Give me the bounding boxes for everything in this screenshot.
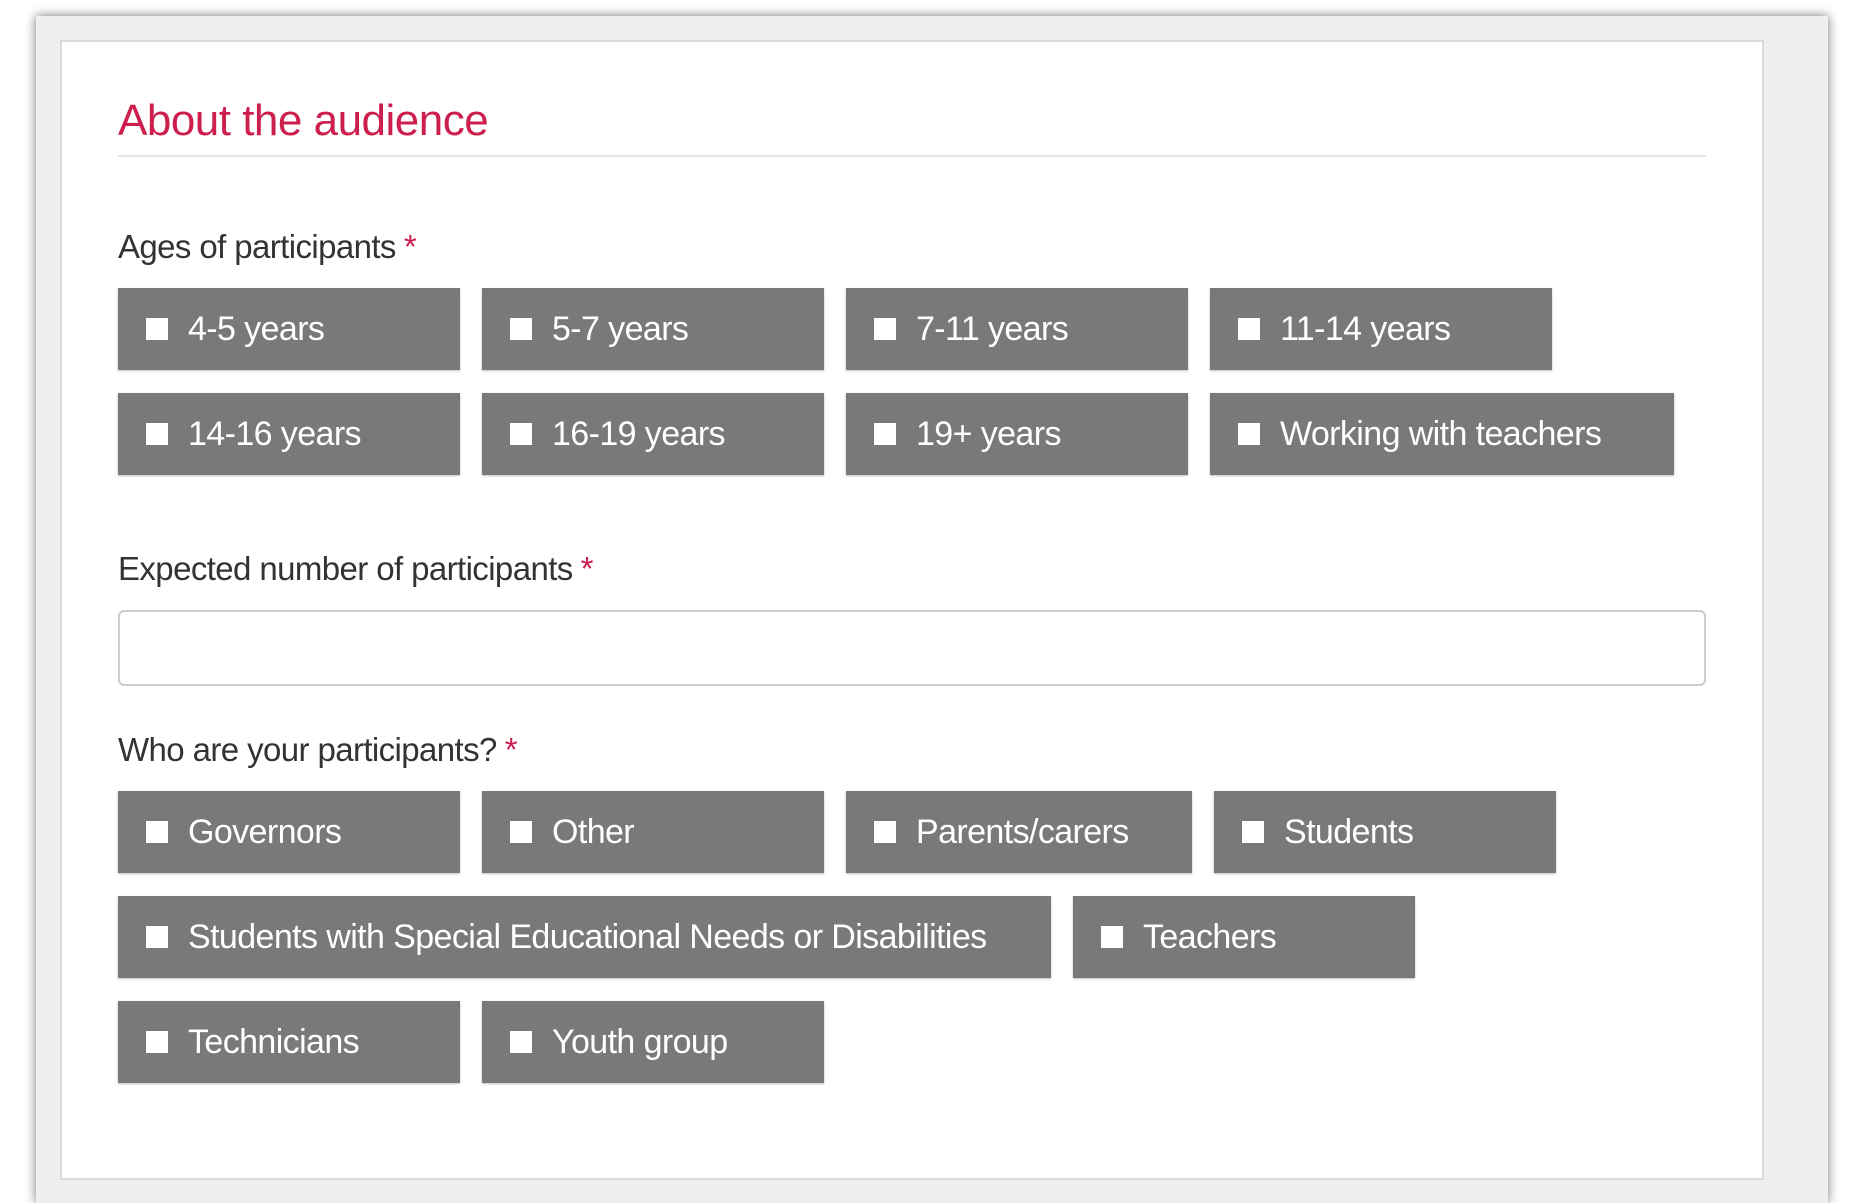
title-divider [118, 155, 1706, 157]
checkbox-icon[interactable] [510, 318, 532, 340]
age-option-working-with-teachers[interactable]: Working with teachers [1210, 393, 1674, 475]
participant-option-technicians[interactable]: Technicians [118, 1001, 460, 1083]
age-option-7-11[interactable]: 7-11 years [846, 288, 1188, 370]
age-option-label: 14-16 years [188, 414, 362, 453]
checkbox-icon[interactable] [146, 1031, 168, 1053]
who-participants-label: Who are your participants? * [118, 731, 518, 769]
expected-number-label: Expected number of participants * [118, 550, 594, 588]
age-option-label: 16-19 years [552, 414, 726, 453]
checkbox-icon[interactable] [146, 926, 168, 948]
participant-option-governors[interactable]: Governors [118, 791, 460, 873]
age-option-11-14[interactable]: 11-14 years [1210, 288, 1552, 370]
participant-option-label: Technicians [188, 1022, 360, 1061]
age-option-14-16[interactable]: 14-16 years [118, 393, 460, 475]
participant-option-teachers[interactable]: Teachers [1073, 896, 1415, 978]
participant-option-youth-group[interactable]: Youth group [482, 1001, 824, 1083]
participant-option-label: Other [552, 812, 635, 851]
who-participants-label-text: Who are your participants? [118, 731, 497, 768]
expected-number-label-text: Expected number of participants [118, 550, 573, 587]
checkbox-icon[interactable] [146, 821, 168, 843]
checkbox-icon[interactable] [1242, 821, 1264, 843]
expected-number-input[interactable] [118, 610, 1706, 686]
age-option-16-19[interactable]: 16-19 years [482, 393, 824, 475]
age-option-5-7[interactable]: 5-7 years [482, 288, 824, 370]
participant-option-label: Youth group [552, 1022, 728, 1061]
checkbox-icon[interactable] [1238, 423, 1260, 445]
participant-option-send-students[interactable]: Students with Special Educational Needs … [118, 896, 1051, 978]
checkbox-icon[interactable] [874, 821, 896, 843]
age-option-19-plus[interactable]: 19+ years [846, 393, 1188, 475]
ages-label: Ages of participants * [118, 228, 417, 266]
participant-option-label: Students with Special Educational Needs … [188, 917, 987, 956]
age-option-label: 4-5 years [188, 309, 325, 348]
age-option-label: 19+ years [916, 414, 1061, 453]
participant-option-other[interactable]: Other [482, 791, 824, 873]
participant-option-label: Students [1284, 812, 1414, 851]
checkbox-icon[interactable] [874, 318, 896, 340]
checkbox-icon[interactable] [146, 423, 168, 445]
age-option-label: 5-7 years [552, 309, 689, 348]
ages-label-text: Ages of participants [118, 228, 396, 265]
checkbox-icon[interactable] [510, 423, 532, 445]
participant-option-label: Parents/carers [916, 812, 1129, 851]
age-option-label: 7-11 years [916, 309, 1069, 348]
participant-option-students[interactable]: Students [1214, 791, 1556, 873]
required-asterisk: * [504, 731, 518, 768]
checkbox-icon[interactable] [874, 423, 896, 445]
age-option-label: Working with teachers [1280, 414, 1602, 453]
checkbox-icon[interactable] [146, 318, 168, 340]
participant-option-label: Teachers [1143, 917, 1277, 956]
age-option-label: 11-14 years [1280, 309, 1451, 348]
required-asterisk: * [580, 550, 594, 587]
age-option-4-5[interactable]: 4-5 years [118, 288, 460, 370]
checkbox-icon[interactable] [1101, 926, 1123, 948]
checkbox-icon[interactable] [510, 821, 532, 843]
checkbox-icon[interactable] [1238, 318, 1260, 340]
participant-option-label: Governors [188, 812, 342, 851]
participant-option-parents-carers[interactable]: Parents/carers [846, 791, 1192, 873]
checkbox-icon[interactable] [510, 1031, 532, 1053]
section-title: About the audience [118, 96, 489, 145]
required-asterisk: * [403, 228, 417, 265]
